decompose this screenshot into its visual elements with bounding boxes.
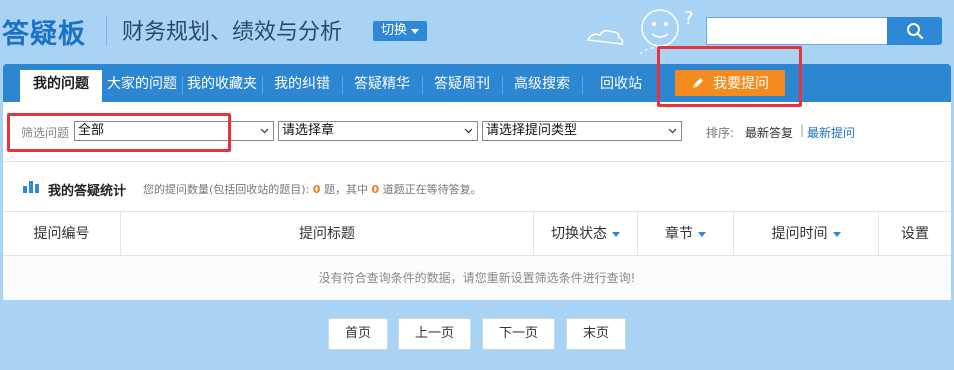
stats-desc-suffix: 道题正在等待答复。: [382, 183, 482, 196]
pager-prev-button[interactable]: 上一页: [398, 318, 471, 350]
column-question-title: 提问标题: [121, 212, 534, 256]
column-chapter[interactable]: 章节: [638, 212, 734, 256]
nav-separator: [582, 76, 583, 94]
caret-down-icon: [411, 28, 420, 34]
switch-label: 切换: [381, 23, 408, 38]
stats-desc-middle: 题，其中: [323, 183, 368, 196]
ask-question-label: 我要提问: [713, 76, 769, 92]
column-question-id: 提问编号: [3, 212, 121, 256]
pager-first-button[interactable]: 首页: [328, 318, 388, 350]
column-settings: 设置: [901, 226, 929, 242]
bar-chart-icon: [23, 181, 39, 193]
main-panel: 筛选问题 全部 请选择章 请选择提问类型 排序: 最新答复 | 最新提问 我的答…: [3, 102, 951, 300]
stats-title: 我的答疑统计: [48, 184, 127, 199]
svg-text:?: ?: [684, 8, 694, 29]
chapter-select[interactable]: 请选择章: [278, 121, 478, 141]
nav-separator: [422, 76, 423, 94]
stats-description: 您的提问数量(包括回收站的题目): 0 题，其中 0 道题正在等待答复。: [143, 181, 482, 197]
chapter-select-value: 请选择章: [282, 123, 335, 138]
waiting-count: 0: [371, 183, 380, 196]
sort-label: 排序:: [706, 126, 735, 140]
nav-tab-favorites[interactable]: 我的收藏夹: [184, 72, 260, 102]
clouds-illustration-icon: ?: [586, 8, 694, 55]
sort-caret-icon: [698, 231, 706, 237]
scope-select-value: 全部: [78, 123, 105, 138]
nav-tab-recycle-bin[interactable]: 回收站: [584, 72, 658, 102]
brand-divider: [106, 16, 107, 46]
sort-latest-answer-link[interactable]: 最新答复: [745, 124, 793, 141]
stats-desc-prefix: 您的提问数量(包括回收站的题目):: [143, 183, 310, 196]
column-chapter-label: 章节: [665, 226, 693, 242]
nav-tab-advanced-search[interactable]: 高级搜索: [504, 72, 580, 102]
sort-divider: |: [800, 123, 805, 137]
column-switch-status[interactable]: 切换状态: [534, 212, 638, 256]
search-input[interactable]: [706, 17, 888, 45]
subject-title: 财务规划、绩效与分析: [122, 20, 343, 45]
column-question-time[interactable]: 提问时间: [734, 212, 879, 256]
sort-latest-question-link[interactable]: 最新提问: [807, 124, 855, 141]
nav-tab-my-questions[interactable]: 我的问题: [20, 70, 102, 102]
chevron-down-icon: [260, 128, 269, 134]
header: 答疑板 财务规划、绩效与分析 切换 ?: [0, 0, 954, 64]
nav-tab-all-questions[interactable]: 大家的问题: [104, 72, 180, 102]
question-count: 0: [312, 183, 321, 196]
pager-next-button[interactable]: 下一页: [482, 318, 555, 350]
switch-subject-button[interactable]: 切换: [373, 21, 428, 41]
nav-separator: [182, 76, 183, 94]
column-switch-status-label: 切换状态: [551, 226, 607, 242]
ask-question-button[interactable]: 我要提问: [675, 70, 785, 96]
nav-tab-highlights[interactable]: 答疑精华: [344, 72, 420, 102]
question-type-select-value: 请选择提问类型: [486, 123, 578, 138]
pager-last-button[interactable]: 末页: [566, 318, 626, 350]
column-question-time-label: 提问时间: [771, 226, 828, 242]
sort-caret-icon: [832, 231, 841, 237]
stats-bar: 我的答疑统计 您的提问数量(包括回收站的题目): 0 题，其中 0 道题正在等待…: [3, 162, 951, 212]
filter-bar: 筛选问题 全部 请选择章 请选择提问类型 排序: 最新答复 | 最新提问: [3, 102, 951, 162]
filter-label: 筛选问题: [21, 126, 70, 140]
nav-tab-weekly[interactable]: 答疑周刊: [424, 72, 500, 102]
search-icon: [906, 23, 923, 40]
brand-logo[interactable]: 答疑板: [2, 12, 86, 51]
table-header: 提问编号 提问标题 切换状态 章节 提问时间 设置: [3, 212, 951, 256]
nav-separator: [502, 76, 503, 94]
search-button[interactable]: [887, 17, 942, 45]
pencil-icon: [693, 78, 703, 88]
scope-select[interactable]: 全部: [74, 121, 274, 141]
nav-separator: [342, 76, 343, 94]
sort-caret-icon: [612, 231, 620, 237]
question-type-select[interactable]: 请选择提问类型: [482, 121, 682, 141]
chevron-down-icon: [464, 128, 473, 134]
nav-separator: [262, 76, 263, 94]
nav-tab-corrections[interactable]: 我的纠错: [264, 72, 340, 102]
chevron-down-icon: [668, 128, 677, 134]
main-nav: 我的问题 大家的问题 我的收藏夹 我的纠错 答疑精华 答疑周刊 高级搜索 回收站…: [3, 64, 951, 102]
empty-table-message: 没有符合查询条件的数据，请您重新设置筛选条件进行查询!: [3, 256, 951, 300]
